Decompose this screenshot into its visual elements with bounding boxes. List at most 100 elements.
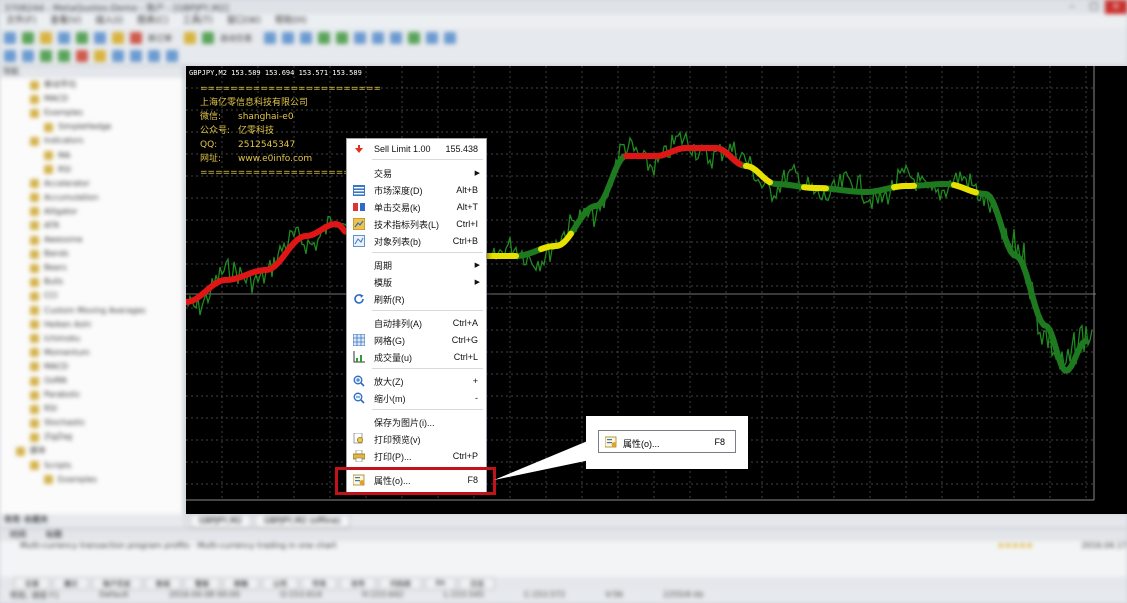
terminal-tab[interactable]: 市场 — [301, 577, 337, 590]
arrows-icon[interactable] — [166, 50, 178, 62]
new-order-button[interactable]: 新订单 — [148, 33, 172, 44]
bar-chart-icon[interactable] — [264, 32, 276, 44]
templates-icon[interactable] — [444, 32, 456, 44]
terminal-tab[interactable]: 代码库 — [379, 577, 422, 590]
auto-trading-icon[interactable] — [202, 32, 214, 44]
terminal-tab[interactable]: 新闻 — [145, 577, 181, 590]
terminal-row[interactable]: Multi-currency transaction program profi… — [0, 541, 1127, 554]
nav-item[interactable]: CCI — [0, 289, 183, 303]
menu-insert[interactable]: 插入(I) — [95, 14, 123, 28]
crosshair-icon[interactable] — [22, 50, 34, 62]
periods-icon[interactable] — [426, 32, 438, 44]
menu-help[interactable]: 帮助(H) — [275, 14, 307, 28]
menu-item-one-click[interactable]: 单击交易(k) Alt+T — [347, 199, 486, 215]
menu-view[interactable]: 查看(V) — [50, 14, 81, 28]
new-order-icon[interactable] — [130, 32, 142, 44]
menu-item-zoom-out[interactable]: 缩小(m) - — [347, 390, 486, 406]
new-chart-icon[interactable] — [4, 32, 16, 44]
menu-item-print[interactable]: 打印(P)... Ctrl+P — [347, 448, 486, 464]
nav-item[interactable]: RSI — [0, 163, 183, 177]
terminal-tab[interactable]: 日志 — [459, 577, 496, 590]
menu-item-print-preview[interactable]: 打印预览(v) — [347, 431, 486, 447]
menu-charts[interactable]: 图表(C) — [137, 14, 168, 28]
tab-favorites[interactable]: 收藏夹 — [24, 514, 48, 528]
nav-item[interactable]: Heiken Ashi — [0, 318, 183, 332]
terminal-tab[interactable]: 警报 — [184, 577, 220, 590]
nav-item[interactable]: Bears — [0, 261, 183, 275]
navigator-icon[interactable] — [76, 32, 88, 44]
cursor-icon[interactable] — [4, 50, 16, 62]
nav-item[interactable]: 脚本 — [0, 444, 183, 458]
menu-item-market-depth[interactable]: 市场深度(D) Alt+B — [347, 182, 486, 198]
autoscroll-icon[interactable] — [390, 32, 402, 44]
nav-item[interactable]: Examples — [0, 473, 183, 487]
fibonacci-icon[interactable] — [112, 50, 124, 62]
nav-item[interactable]: Momentum — [0, 346, 183, 360]
nav-item[interactable]: MA — [0, 148, 183, 162]
auto-trading-button[interactable]: 自动交易 — [220, 33, 252, 44]
menu-item-trading[interactable]: 交易 ▶ — [347, 165, 486, 181]
menu-window[interactable]: 窗口(W) — [227, 14, 261, 28]
nav-item[interactable]: MACD — [0, 92, 183, 106]
text-icon[interactable] — [130, 50, 142, 62]
close-button[interactable]: × — [1105, 0, 1127, 14]
nav-item[interactable]: RSI — [0, 402, 183, 416]
menu-item-volumes[interactable]: 成交量(u) Ctrl+L — [347, 349, 486, 365]
nav-item[interactable]: Scripts — [0, 459, 183, 473]
metaeditor-icon[interactable] — [184, 32, 196, 44]
terminal-tab[interactable]: 信号 — [340, 577, 376, 590]
candlestick-icon[interactable] — [282, 32, 294, 44]
nav-item[interactable]: MACD — [0, 360, 183, 374]
nav-item[interactable]: OsMA — [0, 374, 183, 388]
label-icon[interactable] — [148, 50, 160, 62]
nav-item[interactable]: ZigZag — [0, 430, 183, 444]
maximize-button[interactable]: □ — [1083, 0, 1105, 14]
menu-item-zoom-in[interactable]: 放大(Z) + — [347, 373, 486, 389]
nav-item[interactable]: Bulls — [0, 275, 183, 289]
line-chart-icon[interactable] — [300, 32, 312, 44]
zoom-in-toolbar-icon[interactable] — [318, 32, 330, 44]
chart-shift-icon[interactable] — [372, 32, 384, 44]
terminal-icon[interactable] — [94, 32, 106, 44]
menu-item-grid[interactable]: 网格(G) Ctrl+G — [347, 332, 486, 348]
callout-properties-item[interactable]: 属性(o)... F8 — [598, 430, 736, 453]
tile-windows-icon[interactable] — [354, 32, 366, 44]
minimize-button[interactable]: – — [1061, 0, 1083, 14]
menu-item-auto-arrange[interactable]: 自动排列(A) Ctrl+A — [347, 315, 486, 331]
chart-tab[interactable]: GBPJPY,M2 (offline) — [254, 514, 350, 528]
zoom-out-toolbar-icon[interactable] — [336, 32, 348, 44]
terminal-tab[interactable]: 展示 — [53, 577, 89, 590]
nav-item[interactable]: Parabolic — [0, 388, 183, 402]
menu-item-objects-list[interactable]: 对象列表(b) Ctrl+B — [347, 233, 486, 249]
nav-item[interactable]: Alligator — [0, 205, 183, 219]
tab-common[interactable]: 常用 — [4, 514, 20, 528]
data-window-icon[interactable] — [58, 32, 70, 44]
nav-item[interactable]: Accumulation — [0, 191, 183, 205]
indicators-icon[interactable] — [408, 32, 420, 44]
terminal-tab[interactable]: EA — [425, 577, 457, 590]
market-watch-icon[interactable] — [40, 32, 52, 44]
nav-item[interactable]: Custom Moving Averages — [0, 304, 183, 318]
nav-item[interactable]: Bands — [0, 247, 183, 261]
terminal-tab[interactable]: 邮箱 — [223, 577, 259, 590]
nav-item[interactable]: Stochastic — [0, 416, 183, 430]
menu-tools[interactable]: 工具(T) — [182, 14, 213, 28]
menu-item-save-as-picture[interactable]: 保存为图片(i)... — [347, 414, 486, 430]
menu-item-refresh[interactable]: 刷新(R) — [347, 291, 486, 307]
trendline-icon[interactable] — [76, 50, 88, 62]
nav-item[interactable]: Examples — [0, 106, 183, 120]
menu-file[interactable]: 文件(F) — [6, 14, 36, 28]
terminal-tab[interactable]: 公司 — [262, 577, 298, 590]
terminal-tab[interactable]: 账户历史 — [92, 577, 142, 590]
channel-icon[interactable] — [94, 50, 106, 62]
menu-item-sell-limit[interactable]: Sell Limit 1.00 155.438 — [347, 141, 486, 157]
nav-item[interactable]: ATR — [0, 219, 183, 233]
nav-item[interactable]: Accelerator — [0, 177, 183, 191]
menu-item-periodicity[interactable]: 周期 ▶ — [347, 257, 486, 273]
strategy-tester-icon[interactable] — [112, 32, 124, 44]
nav-item[interactable]: 移动平均 — [0, 78, 183, 92]
nav-item[interactable]: Indicators — [0, 134, 183, 148]
horizontal-line-icon[interactable] — [58, 50, 70, 62]
chart-tab[interactable]: GBPJPY,M2 — [190, 514, 251, 528]
nav-item[interactable]: SimpleHedge — [0, 120, 183, 134]
